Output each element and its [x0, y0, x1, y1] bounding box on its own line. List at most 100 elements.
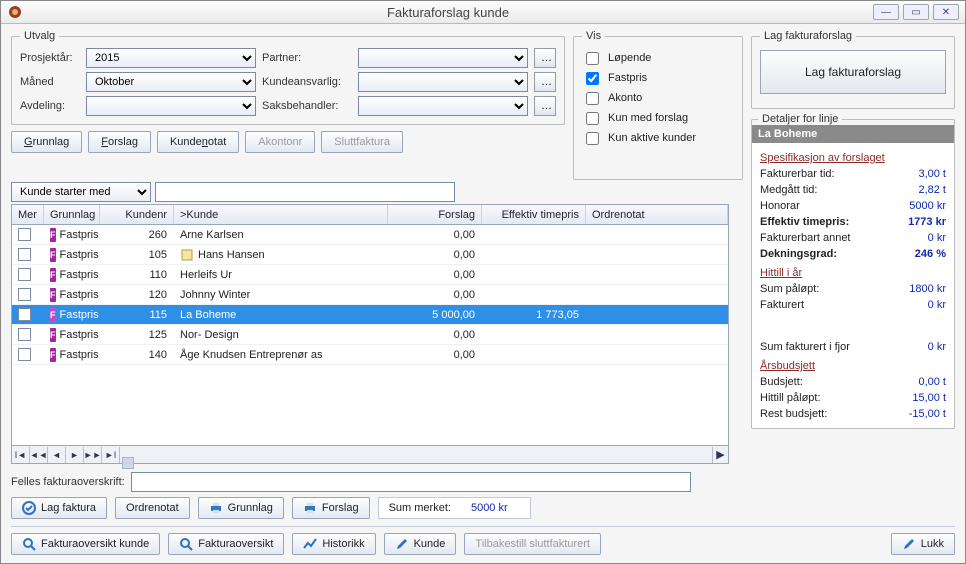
saksbeh-select[interactable]	[358, 96, 528, 116]
window-title: Fakturaforslag kunde	[23, 5, 873, 20]
fastpris-badge-icon: F	[50, 268, 56, 282]
fakturaoversikt-kunde-button[interactable]: Fakturaoversikt kunde	[11, 533, 160, 555]
chk-fastpris-box[interactable]	[586, 72, 599, 85]
historikk-button[interactable]: Historikk	[292, 533, 375, 555]
mer-checkbox[interactable]	[18, 268, 31, 281]
mer-checkbox[interactable]	[18, 308, 31, 321]
avdeling-select[interactable]	[86, 96, 256, 116]
print-forslag-button[interactable]: Forslag	[292, 497, 370, 519]
lag-faktura-button[interactable]: Lag faktura	[11, 497, 107, 519]
tab-grunnlag[interactable]: Grunnlag	[11, 131, 82, 153]
maaned-label: Måned	[20, 76, 80, 88]
fastpris-badge-icon: F	[50, 328, 56, 342]
cell-kunde: Nor- Design	[180, 329, 239, 341]
chk-kun-med-forslag[interactable]: Kun med forslag	[582, 108, 734, 128]
kundeansv-select[interactable]	[358, 72, 528, 92]
saksbeh-label: Saksbehandler:	[262, 100, 352, 112]
print-grunnlag-button[interactable]: Grunnlag	[198, 497, 284, 519]
mer-checkbox[interactable]	[18, 288, 31, 301]
fakturaoversikt-button[interactable]: Fakturaoversikt	[168, 533, 284, 555]
chk-fastpris[interactable]: Fastpris	[582, 68, 734, 88]
partner-more-button[interactable]: …	[534, 48, 556, 68]
nav-prevpage[interactable]: ◄◄	[30, 447, 48, 463]
table-row[interactable]: FFastpris140Åge Knudsen Entreprenør as0,…	[12, 345, 728, 365]
nav-next[interactable]: ►	[66, 447, 84, 463]
maaned-select[interactable]: Oktober	[86, 72, 256, 92]
chk-lopende-box[interactable]	[586, 52, 599, 65]
kundeansv-more-button[interactable]: …	[534, 72, 556, 92]
cell-kunde: Johnny Winter	[180, 289, 250, 301]
lag-legend: Lag fakturaforslag	[760, 30, 856, 42]
chk-kun-aktive[interactable]: Kun aktive kunder	[582, 128, 734, 148]
partner-label: Partner:	[262, 52, 352, 64]
chk-kun-aktive-box[interactable]	[586, 132, 599, 145]
printer-icon	[209, 501, 223, 515]
nav-first[interactable]: I◄	[12, 447, 30, 463]
lukk-button[interactable]: Lukk	[891, 533, 955, 555]
cell-kunde: Hans Hansen	[198, 249, 265, 261]
nav-last[interactable]: ►I	[102, 447, 120, 463]
window-buttons: — ▭ ✕	[873, 4, 959, 20]
chk-akonto-box[interactable]	[586, 92, 599, 105]
fastpris-badge-icon: F	[50, 288, 56, 302]
search-mode-select[interactable]: Kunde starter med	[11, 182, 151, 202]
table-row[interactable]: FFastpris125Nor- Design0,00	[12, 325, 728, 345]
table-row[interactable]: FFastpris260Arne Karlsen0,00	[12, 225, 728, 245]
mer-checkbox[interactable]	[18, 348, 31, 361]
chk-kun-med-forslag-box[interactable]	[586, 112, 599, 125]
maximize-button[interactable]: ▭	[903, 4, 929, 20]
cell-kundenr: 120	[149, 289, 167, 301]
cell-grunnlag: Fastpris	[60, 289, 99, 301]
col-ordrenotat[interactable]: Ordrenotat	[586, 205, 728, 224]
avdeling-label: Avdeling:	[20, 100, 80, 112]
tab-sluttfaktura: Sluttfaktura	[321, 131, 403, 153]
tab-kundenotat[interactable]: Kundenotat	[157, 131, 239, 153]
cell-kundenr: 260	[149, 229, 167, 241]
pencil-icon	[902, 537, 916, 551]
cell-kunde: Åge Knudsen Entreprenør as	[180, 349, 322, 361]
col-mer[interactable]: Mer	[12, 205, 44, 224]
search-icon	[22, 537, 36, 551]
search-input[interactable]	[155, 182, 455, 202]
cell-kunde: Herleifs Ur	[180, 269, 232, 281]
nav-scroll-right[interactable]: ▶	[712, 447, 728, 463]
table-row[interactable]: F Fastpris 120 Johnny Winter 0,00	[12, 285, 728, 305]
cell-grunnlag: Fastpris	[60, 349, 99, 361]
col-kundenr[interactable]: Kundenr	[100, 205, 174, 224]
table-row[interactable]: FFastpris115La Boheme5 000,001 773,05	[12, 305, 728, 325]
mer-checkbox[interactable]	[18, 248, 31, 261]
pencil-icon	[395, 537, 409, 551]
ordrenotat-button[interactable]: Ordrenotat	[115, 497, 190, 519]
table-row[interactable]: FFastpris110Herleifs Ur0,00	[12, 265, 728, 285]
close-button[interactable]: ✕	[933, 4, 959, 20]
col-grunnlag[interactable]: Grunnlag	[44, 205, 100, 224]
fastpris-badge-icon: F	[50, 228, 56, 242]
check-circle-icon	[22, 501, 36, 515]
table-row[interactable]: FFastpris105Hans Hansen0,00	[12, 245, 728, 265]
lag-fakturaforslag-button[interactable]: Lag fakturaforslag	[760, 50, 946, 94]
kunde-button[interactable]: Kunde	[384, 533, 457, 555]
cell-forslag: 0,00	[454, 249, 475, 261]
search-icon	[179, 537, 193, 551]
nav-nextpage[interactable]: ►►	[84, 447, 102, 463]
utvalg-group: Utvalg Prosjektår: 2015 Partner: … Måned…	[11, 30, 565, 125]
title-bar: Fakturaforslag kunde — ▭ ✕	[1, 1, 965, 24]
chk-lopende[interactable]: Løpende	[582, 48, 734, 68]
felles-input[interactable]	[131, 472, 691, 492]
vis-group: Vis Løpende Fastpris Akonto Kun med fors…	[573, 30, 743, 180]
cell-forslag: 0,00	[454, 289, 475, 301]
col-kunde[interactable]: >Kunde	[174, 205, 388, 224]
col-forslag[interactable]: Forslag	[388, 205, 482, 224]
saksbeh-more-button[interactable]: …	[534, 96, 556, 116]
cell-grunnlag: Fastpris	[60, 229, 99, 241]
mer-checkbox[interactable]	[18, 228, 31, 241]
cell-kundenr: 140	[149, 349, 167, 361]
prosjektar-select[interactable]: 2015	[86, 48, 256, 68]
col-eff[interactable]: Effektiv timepris	[482, 205, 586, 224]
mer-checkbox[interactable]	[18, 328, 31, 341]
partner-select[interactable]	[358, 48, 528, 68]
minimize-button[interactable]: —	[873, 4, 899, 20]
nav-prev[interactable]: ◄	[48, 447, 66, 463]
chk-akonto[interactable]: Akonto	[582, 88, 734, 108]
tab-forslag[interactable]: Forslag	[88, 131, 151, 153]
